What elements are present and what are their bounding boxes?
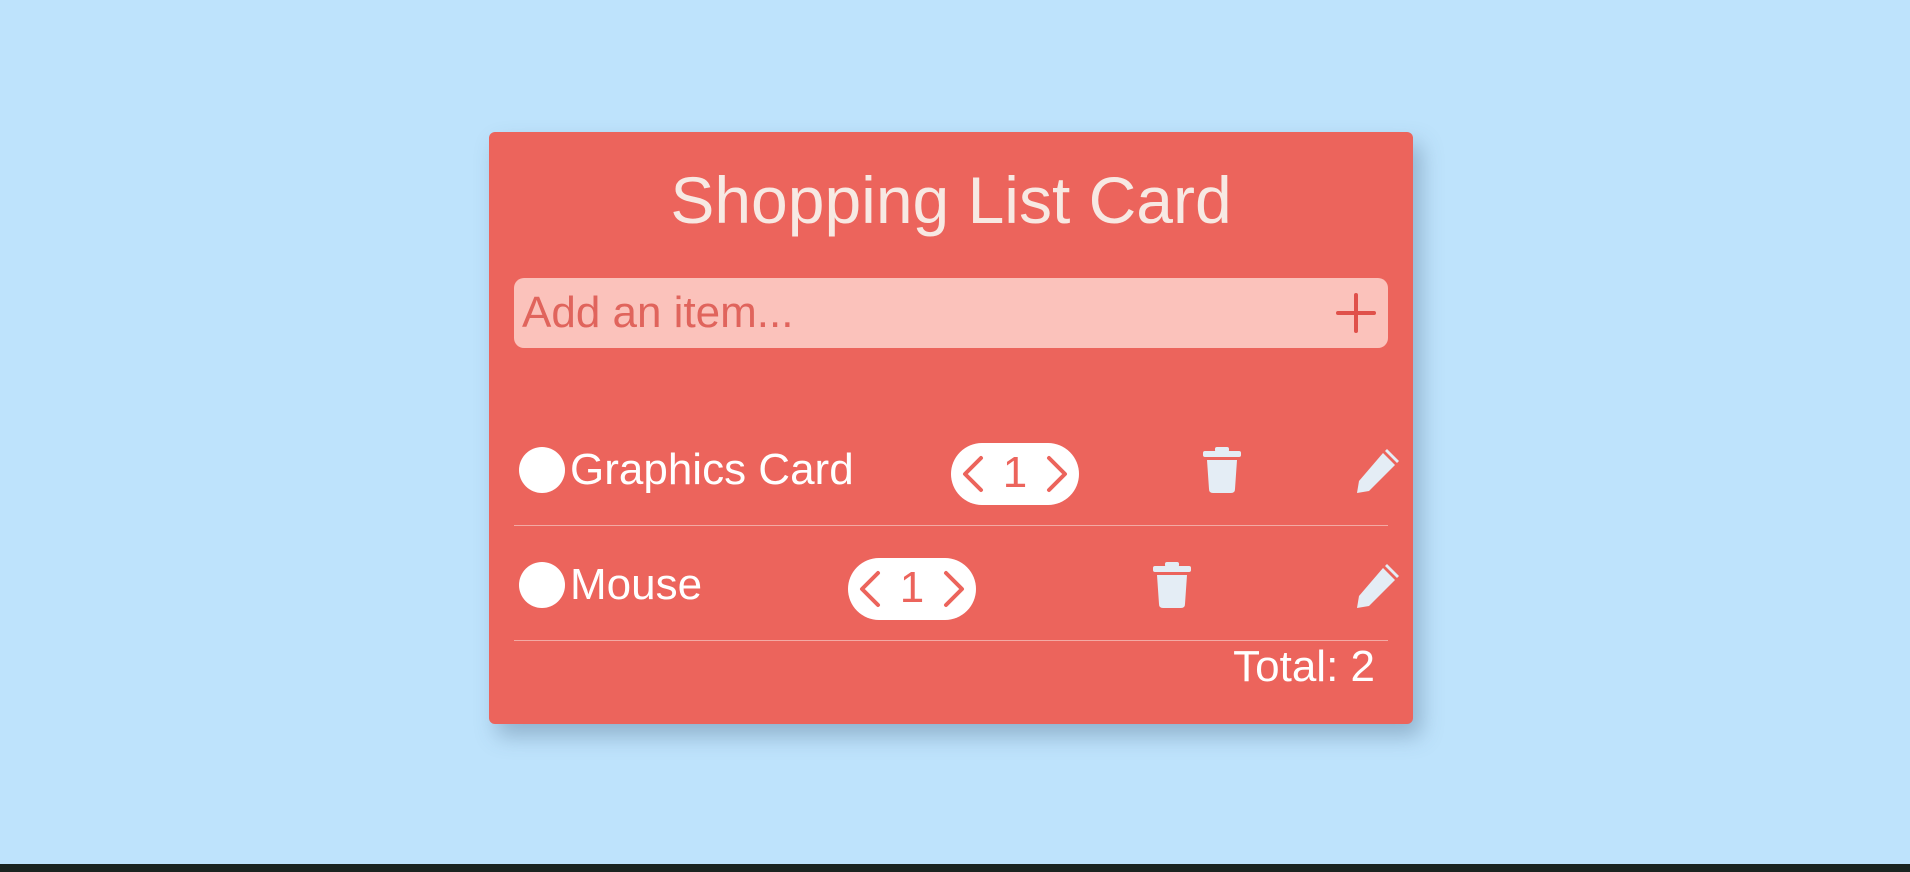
item-checkbox[interactable] [519, 562, 565, 608]
item-name: Graphics Card [570, 445, 854, 494]
edit-item-button[interactable] [1354, 559, 1404, 609]
increment-button[interactable] [1041, 454, 1071, 494]
chevron-left-icon [963, 456, 983, 492]
quantity-stepper: 1 [951, 443, 1079, 505]
list-item: Mouse 1 [514, 526, 1399, 641]
item-name: Mouse [570, 560, 703, 609]
decrement-button[interactable] [856, 569, 886, 609]
item-checkbox[interactable] [519, 447, 565, 493]
add-item-bar [514, 278, 1388, 348]
edit-item-button[interactable] [1354, 444, 1404, 494]
delete-item-button[interactable] [1152, 560, 1192, 610]
quantity-stepper: 1 [848, 558, 976, 620]
pencil-icon [1357, 449, 1399, 493]
quantity-value: 1 [899, 563, 925, 612]
add-item-button[interactable] [1334, 291, 1378, 335]
pencil-icon [1357, 564, 1399, 608]
card-title: Shopping List Card [670, 163, 1232, 237]
trash-icon [1153, 562, 1191, 608]
chevron-left-icon [860, 571, 880, 607]
delete-item-button[interactable] [1202, 445, 1242, 495]
plus-icon [1336, 293, 1376, 333]
chevron-right-icon [944, 571, 964, 607]
decrement-button[interactable] [959, 454, 989, 494]
shopping-list-card: Shopping List Card Graphics Card 1 [489, 132, 1413, 724]
total-count: Total: 2 [1233, 642, 1375, 691]
increment-button[interactable] [938, 569, 968, 609]
quantity-value: 1 [1002, 448, 1028, 497]
chevron-right-icon [1047, 456, 1067, 492]
taskbar-strip [0, 864, 1910, 872]
trash-icon [1203, 447, 1241, 493]
list-item: Graphics Card 1 [514, 411, 1399, 526]
add-item-input[interactable] [514, 278, 1314, 348]
